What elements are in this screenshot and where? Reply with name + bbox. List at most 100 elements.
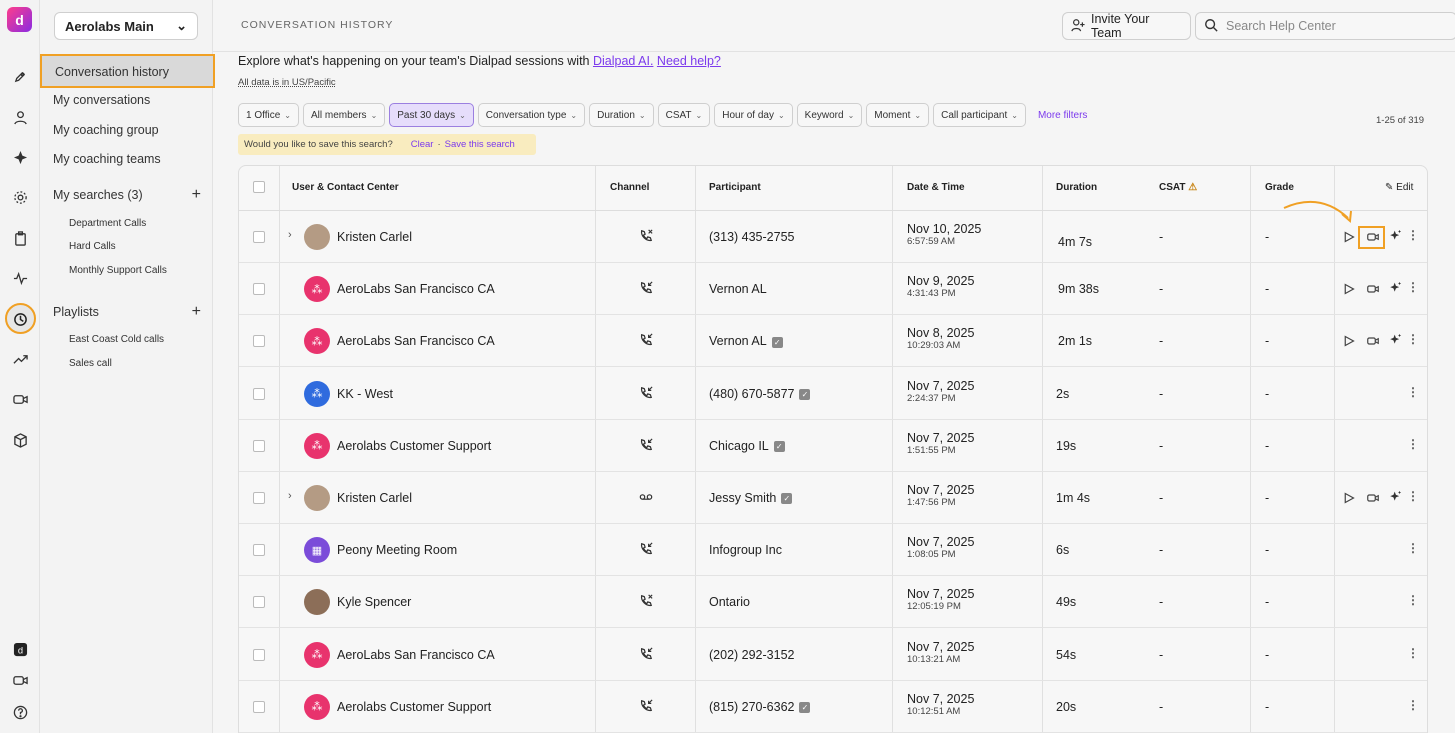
save-search-link[interactable]: Save this search (445, 139, 515, 150)
dialpad-ai-link[interactable]: Dialpad AI. (593, 54, 653, 68)
add-playlist-icon[interactable]: + (192, 304, 201, 320)
filter-moment[interactable]: Moment ⌄ (866, 103, 930, 127)
workspace-selector[interactable]: Aerolabs Main ⌄ (54, 12, 198, 40)
row-checkbox[interactable] (253, 648, 265, 661)
filter-call-participant[interactable]: Call participant ⌄ (933, 103, 1026, 127)
filter-date-range[interactable]: Past 30 days ⌄ (389, 103, 474, 127)
col-channel[interactable]: Channel (610, 182, 649, 193)
saved-search-item[interactable]: Monthly Support Calls (69, 265, 167, 276)
table-row[interactable]: ⁂ Aerolabs Customer Support (815) 270-6362… (239, 681, 1427, 733)
more-options-icon[interactable]: ⋮ (1407, 280, 1419, 294)
need-help-link[interactable]: Need help? (657, 54, 721, 68)
col-duration[interactable]: Duration (1056, 182, 1097, 193)
add-search-icon[interactable]: + (192, 187, 201, 203)
row-checkbox[interactable] (253, 544, 265, 557)
invite-team-button[interactable]: Invite Your Team (1062, 12, 1191, 40)
playlist-item[interactable]: Sales call (69, 358, 112, 369)
meeting-icon[interactable] (10, 670, 30, 690)
col-datetime[interactable]: Date & Time (907, 182, 965, 193)
rocket-icon[interactable] (10, 66, 30, 86)
video-icon[interactable] (10, 389, 30, 409)
clear-search-link[interactable]: Clear (411, 139, 434, 150)
table-row[interactable]: ⁂ AeroLabs San Francisco CA Vernon AL ✓ Nov … (239, 315, 1427, 368)
filter-hour-of-day[interactable]: Hour of day ⌄ (714, 103, 793, 127)
sidebar-item-conversation-history[interactable]: Conversation history (40, 54, 215, 88)
table-row[interactable]: › Kristen Carlel (313) 435-2755 Nov 10, 202… (239, 211, 1427, 263)
filter-conversation-type[interactable]: Conversation type ⌄ (477, 103, 586, 127)
row-checkbox[interactable] (253, 492, 265, 504)
col-csat[interactable]: CSAT ⚠ (1159, 182, 1197, 193)
table-row[interactable]: Kyle Spencer Ontario Nov 7, 2025 12:05:19 P… (239, 576, 1427, 629)
more-filters-link[interactable]: More filters (1038, 110, 1087, 121)
trend-icon[interactable] (10, 349, 30, 369)
clipboard-icon[interactable] (10, 228, 30, 248)
ai-sparkle-icon[interactable] (1389, 490, 1402, 506)
row-checkbox[interactable] (253, 439, 265, 452)
row-checkbox[interactable] (253, 596, 265, 609)
sidebar-item-my-conversations[interactable]: My conversations (40, 89, 213, 111)
gear-icon[interactable] (10, 187, 30, 207)
help-search-input[interactable]: Search Help Center (1195, 12, 1455, 40)
duration-cell: 4m 7s (1058, 235, 1093, 249)
filter-duration[interactable]: Duration ⌄ (589, 103, 654, 127)
table-row[interactable]: ▦ Peony Meeting Room Infogroup Inc Nov 7, 2… (239, 524, 1427, 577)
table-row[interactable]: ⁂ KK - West (480) 670-5877 ✓ Nov 7, 2025 2:24… (239, 368, 1427, 420)
more-options-icon[interactable]: ⋮ (1407, 698, 1419, 712)
sidebar-item-my-coaching-group[interactable]: My coaching group (40, 119, 213, 141)
ai-sparkle-icon[interactable] (1389, 229, 1402, 245)
more-options-icon[interactable]: ⋮ (1407, 489, 1419, 503)
table-row[interactable]: ⁂ Aerolabs Customer Support Chicago IL ✓ Nov… (239, 420, 1427, 472)
select-all-checkbox[interactable] (253, 181, 265, 193)
pulse-icon[interactable] (10, 268, 30, 288)
row-checkbox[interactable] (253, 387, 265, 400)
sidebar-item-my-coaching-teams[interactable]: My coaching teams (40, 148, 213, 170)
cube-icon[interactable] (10, 430, 30, 450)
play-icon[interactable] (1343, 231, 1355, 246)
table-row[interactable]: ⁂ AeroLabs San Francisco CA Vernon AL Nov 9… (239, 263, 1427, 316)
sparkle-icon[interactable] (10, 147, 30, 167)
playlist-item[interactable]: East Coast Cold calls (69, 334, 164, 345)
col-user[interactable]: User & Contact Center (292, 182, 399, 193)
row-checkbox[interactable] (253, 700, 265, 713)
more-options-icon[interactable]: ⋮ (1407, 646, 1419, 660)
more-options-icon[interactable]: ⋮ (1407, 593, 1419, 607)
help-icon[interactable] (10, 702, 30, 722)
dialpad-app-icon[interactable]: d (10, 639, 30, 659)
filter-office[interactable]: 1 Office ⌄ (238, 103, 299, 127)
row-checkbox[interactable] (253, 283, 265, 296)
saved-search-item[interactable]: Department Calls (69, 218, 146, 229)
ai-sparkle-icon[interactable] (1389, 281, 1402, 297)
play-icon[interactable] (1343, 283, 1355, 298)
video-recording-icon[interactable] (1366, 283, 1380, 298)
expand-row-icon[interactable]: › (288, 229, 292, 241)
user-icon[interactable] (10, 107, 30, 127)
date-cell: Nov 10, 2025 6:57:59 AM (907, 222, 981, 247)
grade-cell: - (1265, 699, 1270, 714)
col-grade[interactable]: Grade (1265, 182, 1294, 193)
history-icon[interactable] (10, 309, 30, 329)
play-icon[interactable] (1343, 335, 1355, 350)
dialpad-logo[interactable]: d (7, 7, 32, 32)
date-text: Nov 7, 2025 (907, 378, 975, 393)
row-checkbox[interactable] (253, 335, 265, 348)
app-rail: d d (0, 0, 40, 733)
more-options-icon[interactable]: ⋮ (1407, 437, 1419, 451)
filter-csat[interactable]: CSAT ⌄ (657, 103, 711, 127)
ai-sparkle-icon[interactable] (1389, 333, 1402, 349)
row-checkbox[interactable] (253, 231, 265, 243)
col-participant[interactable]: Participant (709, 182, 761, 193)
expand-row-icon[interactable]: › (288, 490, 292, 502)
table-row[interactable]: › Kristen Carlel Jessy Smith ✓ Nov 7, 2025 1:… (239, 472, 1427, 524)
edit-columns-button[interactable]: ✎ Edit (1385, 182, 1413, 193)
video-recording-icon[interactable] (1366, 492, 1380, 507)
saved-search-item[interactable]: Hard Calls (69, 241, 116, 252)
play-icon[interactable] (1343, 492, 1355, 507)
table-row[interactable]: ⁂ AeroLabs San Francisco CA (202) 292-3152… (239, 629, 1427, 681)
video-recording-icon[interactable] (1366, 335, 1380, 350)
more-options-icon[interactable]: ⋮ (1407, 385, 1419, 399)
more-options-icon[interactable]: ⋮ (1407, 332, 1419, 346)
more-options-icon[interactable]: ⋮ (1407, 228, 1419, 242)
more-options-icon[interactable]: ⋮ (1407, 541, 1419, 555)
filter-keyword[interactable]: Keyword ⌄ (796, 103, 863, 127)
filter-members[interactable]: All members ⌄ (302, 103, 386, 127)
